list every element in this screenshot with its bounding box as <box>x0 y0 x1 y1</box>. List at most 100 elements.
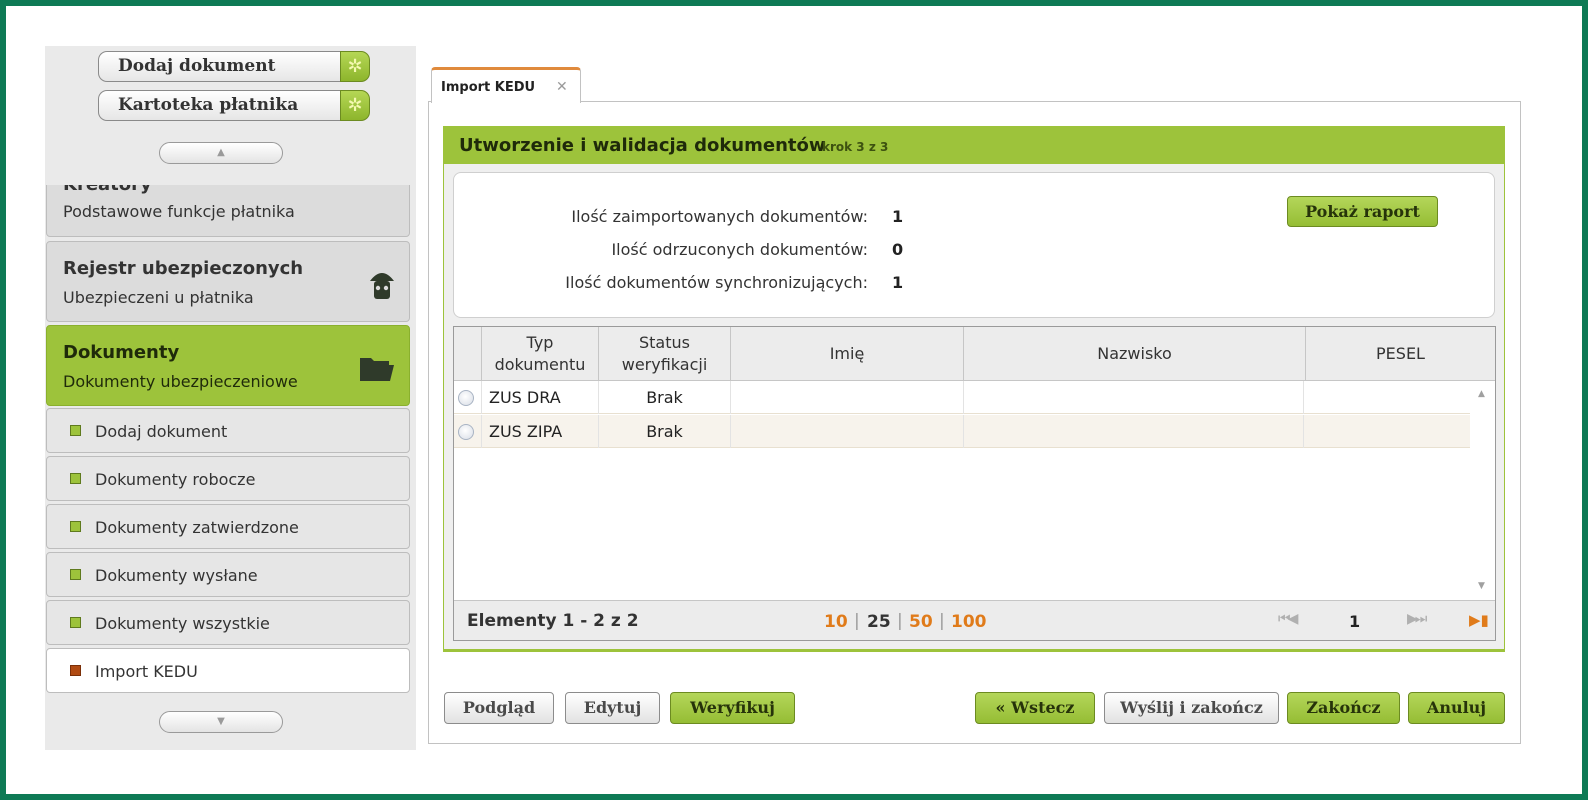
card-subtitle: Ubezpieczeni u płatnika <box>63 288 254 307</box>
bullet-icon <box>70 521 81 532</box>
bullet-icon <box>70 425 81 436</box>
tab-label: Import KEDU <box>441 80 536 95</box>
grid-header-select <box>454 327 482 381</box>
import-summary: Ilość zaimportowanych dokumentów: 1 Iloś… <box>453 172 1495 318</box>
grid-header-typ-dokumentu[interactable]: Typ dokumentu <box>482 327 599 381</box>
summary-label: Ilość zaimportowanych dokumentów: <box>571 207 868 226</box>
sidebar-item-import-kedu[interactable]: Import KEDU <box>46 648 410 693</box>
sidebar-card-clip: Kreatory Podstawowe funkcje płatnika <box>45 185 416 239</box>
summary-value: 1 <box>892 207 904 226</box>
current-page-number[interactable]: 1 <box>1349 612 1360 631</box>
export-icon[interactable]: ▶▮ <box>1469 611 1489 629</box>
preview-button[interactable]: Podgląd <box>444 692 554 724</box>
card-subtitle: Dokumenty ubezpieczeniowe <box>63 372 298 391</box>
cell-imie <box>731 381 964 414</box>
bullet-icon <box>70 665 81 676</box>
table-row[interactable]: ZUS DRA Brak <box>454 381 1470 414</box>
sidebar-card-kreatory[interactable]: Kreatory Podstawowe funkcje płatnika <box>46 185 410 237</box>
tab-import-kedu[interactable]: Import KEDU ✕ <box>431 67 581 103</box>
sidebar-item-label: Dodaj dokument <box>95 422 228 441</box>
payer-file-quick-button[interactable]: Kartoteka płatnika ✲ <box>98 90 370 121</box>
first-prev-page-icon[interactable]: ⏮◀ <box>1278 611 1298 627</box>
header-line: Status <box>639 333 690 352</box>
next-last-page-icon[interactable]: ▶⏭ <box>1407 611 1427 627</box>
cancel-button[interactable]: Anuluj <box>1408 692 1505 724</box>
table-row[interactable]: ZUS ZIPA Brak <box>454 415 1470 448</box>
panel-header: Utworzenie i walidacja dokumentów krok 3… <box>444 127 1504 164</box>
add-document-quick-label[interactable]: Dodaj dokument <box>98 51 340 82</box>
page-size-50[interactable]: 50 <box>909 612 933 632</box>
header-line: Typ <box>526 333 554 352</box>
panel-step: krok 3 z 3 <box>822 140 889 154</box>
sidebar-item-dokumenty-robocze[interactable]: Dokumenty robocze <box>46 456 410 501</box>
page-size-100[interactable]: 100 <box>951 612 987 632</box>
summary-label: Ilość odrzuconych dokumentów: <box>611 240 868 259</box>
sidebar-card-rejestr[interactable]: Rejestr ubezpieczonych Ubezpieczeni u pł… <box>46 241 410 322</box>
show-report-button[interactable]: Pokaż raport <box>1287 196 1438 227</box>
sidebar-item-label: Dokumenty wszystkie <box>95 614 270 633</box>
card-title: Dokumenty <box>63 342 180 363</box>
bullet-icon <box>70 473 81 484</box>
header-line: weryfikacji <box>621 355 708 374</box>
grid-header-imie[interactable]: Imię <box>731 327 964 381</box>
send-and-finish-button[interactable]: Wyślij i zakończ <box>1104 692 1279 724</box>
sparkle-icon[interactable]: ✲ <box>340 90 370 121</box>
page-size-25[interactable]: 25 <box>867 612 891 632</box>
select-cell <box>454 415 482 448</box>
back-button[interactable]: « Wstecz <box>975 692 1095 724</box>
cell-typ: ZUS ZIPA <box>482 415 599 448</box>
cell-nazwisko <box>964 381 1304 414</box>
documents-grid: Typ dokumentu Status weryfikacji Imię Na… <box>453 326 1496 641</box>
sidebar-scroll-up-button[interactable]: ▲ <box>159 142 283 164</box>
cell-pesel <box>1304 381 1470 414</box>
chevron-down-icon: ▼ <box>217 716 225 727</box>
cell-pesel <box>1304 415 1470 448</box>
folder-icon <box>359 354 395 386</box>
summary-row: Ilość zaimportowanych dokumentów: <box>454 207 868 229</box>
scroll-up-icon[interactable]: ▲ <box>1478 389 1485 399</box>
summary-row: Ilość dokumentów synchronizujących: <box>454 273 868 295</box>
umbrella-person-icon <box>369 268 395 306</box>
sidebar-item-dokumenty-zatwierdzone[interactable]: Dokumenty zatwierdzone <box>46 504 410 549</box>
sidebar-item-dodaj-dokument[interactable]: Dodaj dokument <box>46 408 410 453</box>
page-size-separator: | <box>939 611 945 631</box>
summary-value: 1 <box>892 273 904 292</box>
close-icon[interactable]: ✕ <box>556 79 568 95</box>
grid-vertical-scrollbar[interactable]: ▲ ▼ <box>1470 381 1495 600</box>
sidebar: Dodaj dokument ✲ Kartoteka płatnika ✲ ▲ … <box>45 46 416 750</box>
grid-range-text: Elementy 1 - 2 z 2 <box>467 611 639 631</box>
card-subtitle: Podstawowe funkcje płatnika <box>63 202 295 221</box>
sidebar-item-dokumenty-wszystkie[interactable]: Dokumenty wszystkie <box>46 600 410 645</box>
sidebar-item-label: Dokumenty wysłane <box>95 566 258 585</box>
grid-header-nazwisko[interactable]: Nazwisko <box>964 327 1306 381</box>
sidebar-scroll-down-button[interactable]: ▼ <box>159 711 283 733</box>
page-size-separator: | <box>854 611 860 631</box>
summary-label: Ilość dokumentów synchronizujących: <box>565 273 868 292</box>
grid-footer: Elementy 1 - 2 z 2 10 | 25 | 50 | 100 ⏮◀… <box>454 600 1495 640</box>
grid-header-pesel[interactable]: PESEL <box>1306 327 1495 381</box>
summary-row: Ilość odrzuconych dokumentów: <box>454 240 868 262</box>
cell-imie <box>731 415 964 448</box>
sidebar-card-dokumenty[interactable]: Dokumenty Dokumenty ubezpieczeniowe <box>46 325 410 406</box>
header-line: dokumentu <box>494 355 586 374</box>
page-size-10[interactable]: 10 <box>824 612 848 632</box>
sparkle-icon[interactable]: ✲ <box>340 51 370 82</box>
add-document-quick-button[interactable]: Dodaj dokument ✲ <box>98 51 370 82</box>
panel-title: Utworzenie i walidacja dokumentów <box>459 135 826 156</box>
edit-button[interactable]: Edytuj <box>565 692 660 724</box>
finish-button[interactable]: Zakończ <box>1287 692 1400 724</box>
cell-status: Brak <box>599 415 731 448</box>
scroll-down-icon[interactable]: ▼ <box>1478 581 1485 591</box>
cell-typ: ZUS DRA <box>482 381 599 414</box>
cell-nazwisko <box>964 415 1304 448</box>
summary-value: 0 <box>892 240 904 259</box>
payer-file-quick-label[interactable]: Kartoteka płatnika <box>98 90 340 121</box>
sidebar-item-dokumenty-wyslane[interactable]: Dokumenty wysłane <box>46 552 410 597</box>
grid-header-status[interactable]: Status weryfikacji <box>599 327 731 381</box>
sidebar-item-label: Dokumenty zatwierdzone <box>95 518 299 537</box>
bullet-icon <box>70 569 81 580</box>
select-cell <box>454 381 482 414</box>
bullet-icon <box>70 617 81 628</box>
verify-button[interactable]: Weryfikuj <box>670 692 795 724</box>
chevron-up-icon: ▲ <box>217 147 225 158</box>
